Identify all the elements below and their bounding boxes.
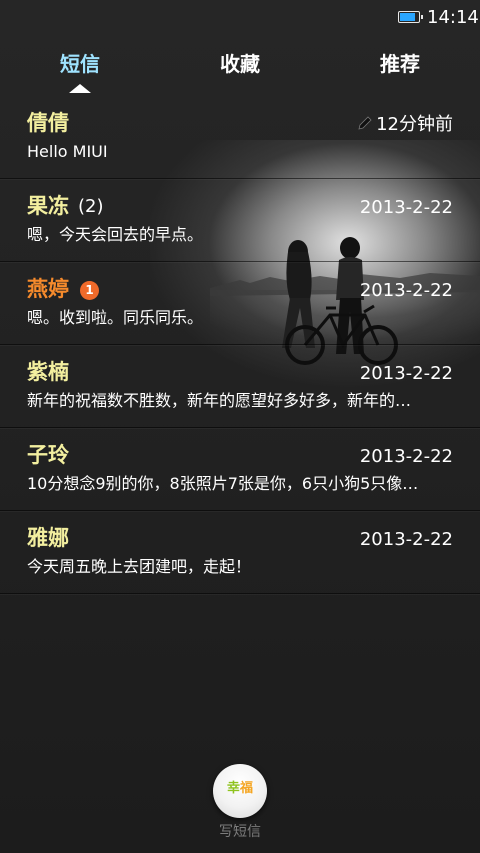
message-time: 2013-2-22 xyxy=(359,529,453,550)
compose-button[interactable]: 幸福 xyxy=(213,764,267,818)
message-count: (2) xyxy=(78,196,104,217)
battery-level-fill xyxy=(400,13,415,21)
contact-name: 燕婷 xyxy=(27,277,69,301)
message-preview: Hello MIUI xyxy=(27,142,108,161)
message-time: 2013-2-22 xyxy=(359,197,453,218)
tab-messages[interactable]: 短信 xyxy=(0,52,160,76)
conversation-row[interactable]: 紫楠 2013-2-22 新年的祝福数不胜数，新年的愿望好多好多，新年的… xyxy=(0,345,480,428)
messaging-screen: 14:14 短信 收藏 推荐 倩倩 12分钟前 Hello MIUI 果冻 (2… xyxy=(0,0,480,853)
conversation-row[interactable]: 燕婷 1 2013-2-22 嗯。收到啦。同乐同乐。 xyxy=(0,262,480,345)
contact-name: 倩倩 xyxy=(27,111,69,135)
tab-recommended[interactable]: 推荐 xyxy=(320,52,480,76)
message-preview: 今天周五晚上去团建吧，走起！ xyxy=(27,557,252,576)
status-time: 14:14 xyxy=(427,7,479,28)
message-preview: 嗯。收到啦。同乐同乐。 xyxy=(27,308,204,327)
conversation-row[interactable]: 雅娜 2013-2-22 今天周五晚上去团建吧，走起！ xyxy=(0,511,480,594)
contact-name: 雅娜 xyxy=(27,526,69,550)
active-tab-indicator xyxy=(69,84,91,93)
tab-favorites[interactable]: 收藏 xyxy=(160,52,320,76)
compose-logo-char-2: 福 xyxy=(240,781,254,796)
message-time: 2013-2-22 xyxy=(359,280,453,301)
contact-name: 紫楠 xyxy=(27,360,69,384)
unread-badge: 1 xyxy=(80,281,99,300)
message-time: 2013-2-22 xyxy=(359,363,453,384)
pencil-draft-icon xyxy=(358,116,372,130)
tab-bar: 短信 收藏 推荐 xyxy=(0,40,480,98)
message-time: 2013-2-22 xyxy=(359,446,453,467)
conversation-row[interactable]: 倩倩 12分钟前 Hello MIUI xyxy=(0,96,480,179)
message-preview: 新年的祝福数不胜数，新年的愿望好多好多，新年的… xyxy=(27,391,412,410)
conversation-row[interactable]: 子玲 2013-2-22 10分想念9别的你，8张照片7张是你，6只小狗5只像… xyxy=(0,428,480,511)
compose-logo-icon: 幸福 xyxy=(213,780,267,798)
message-time: 12分钟前 xyxy=(376,114,453,135)
contact-name: 果冻 xyxy=(27,194,69,218)
conversation-row[interactable]: 果冻 (2) 2013-2-22 嗯，今天会回去的早点。 xyxy=(0,179,480,262)
contact-name: 子玲 xyxy=(27,443,69,467)
battery-icon xyxy=(398,11,423,23)
compose-caption: 写短信 xyxy=(219,824,261,840)
status-bar: 14:14 xyxy=(0,0,480,36)
message-preview: 10分想念9别的你，8张照片7张是你，6只小狗5只像… xyxy=(27,474,419,493)
compose-logo-char-1: 幸 xyxy=(226,781,240,796)
conversation-list: 倩倩 12分钟前 Hello MIUI 果冻 (2) 2013-2-22 嗯，今… xyxy=(0,96,480,594)
message-preview: 嗯，今天会回去的早点。 xyxy=(27,225,204,244)
